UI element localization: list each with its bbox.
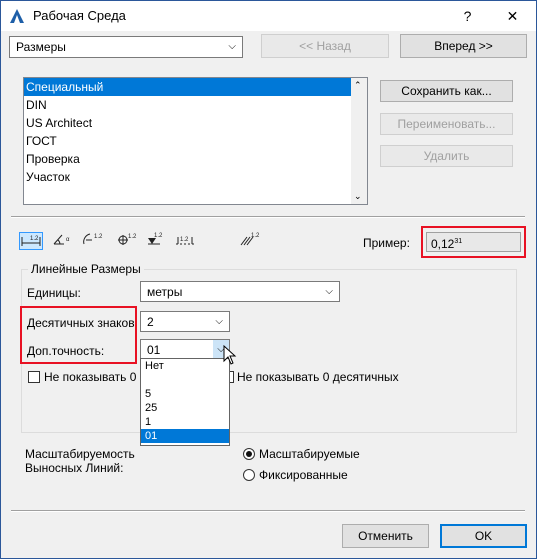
svg-text:1.2: 1.2: [30, 236, 39, 242]
chevron-down-icon: ⌵: [228, 41, 236, 52]
svg-text:1.2: 1.2: [94, 234, 103, 240]
scalable-radio-label: Масштабируемые: [259, 447, 360, 461]
back-button[interactable]: << Назад: [261, 34, 389, 58]
category-select-value: Размеры: [16, 40, 66, 54]
linear-dimension-icon[interactable]: 1.2: [19, 232, 43, 250]
level-dimension-icon[interactable]: 1.2: [115, 232, 139, 250]
title-bar: Рабочая Среда ? ✕: [1, 1, 536, 31]
extra-precision-select[interactable]: 01 ⌵: [140, 339, 230, 360]
list-scrollbar[interactable]: ⌃ ⌄: [351, 78, 367, 204]
mouse-pointer-icon: [223, 345, 237, 365]
rename-button[interactable]: Переименовать...: [380, 113, 513, 135]
units-select[interactable]: метры ⌵: [140, 281, 340, 302]
help-button[interactable]: ?: [445, 1, 490, 31]
separator: [11, 510, 525, 512]
highlight-box-decimals: [20, 306, 137, 364]
window-title: Рабочая Среда: [33, 8, 126, 23]
dropdown-option[interactable]: 1: [141, 415, 229, 429]
chevron-down-icon: ⌵: [325, 286, 333, 297]
decimals-select[interactable]: 2 ⌵: [140, 311, 230, 332]
fixed-radio[interactable]: [243, 469, 255, 481]
save-as-button[interactable]: Сохранить как...: [380, 80, 513, 102]
scalable-radio[interactable]: [243, 448, 255, 460]
units-label: Единицы:: [27, 286, 81, 300]
list-item[interactable]: US Architect: [24, 114, 367, 132]
dropdown-option[interactable]: 25: [141, 401, 229, 415]
preview-label: Пример:: [363, 236, 410, 250]
hide-zero-label-left: Не показывать 0 ц: [44, 370, 147, 384]
archicad-app-icon: [10, 9, 24, 23]
svg-text:1.2: 1.2: [180, 237, 189, 243]
extra-precision-select-value: 01: [147, 343, 161, 357]
dropdown-option[interactable]: [141, 373, 229, 387]
units-select-value: метры: [147, 285, 183, 299]
hide-zero-label-right: Не показывать 0 десятичных: [237, 370, 399, 384]
dialog-window: Рабочая Среда ? ✕ Размеры ⌵ << Назад Впе…: [0, 0, 537, 559]
scheme-list[interactable]: Специальный DIN US Architect ГОСТ Провер…: [23, 77, 368, 205]
decimals-select-value: 2: [147, 315, 154, 329]
group-title: Линейные Размеры: [28, 262, 144, 276]
svg-text:1.2: 1.2: [128, 234, 137, 240]
scroll-up-icon[interactable]: ⌃: [354, 80, 362, 91]
area-dimension-icon[interactable]: 1.2: [238, 232, 262, 250]
extra-precision-dropdown[interactable]: Нет 5 25 1 01: [140, 358, 230, 446]
door-window-dimension-icon[interactable]: 1.2: [173, 232, 197, 250]
category-select[interactable]: Размеры ⌵: [9, 36, 243, 58]
scroll-down-icon[interactable]: ⌄: [354, 191, 362, 202]
radial-dimension-icon[interactable]: 1.2: [81, 232, 105, 250]
witness-label-line2: Выносных Линий:: [25, 461, 124, 475]
highlight-box-preview: [421, 226, 526, 258]
svg-text:α: α: [66, 237, 70, 243]
list-item[interactable]: Проверка: [24, 150, 367, 168]
list-item[interactable]: ГОСТ: [24, 132, 367, 150]
elevation-dimension-icon[interactable]: 1.2: [145, 232, 169, 250]
ok-button[interactable]: OK: [440, 524, 527, 548]
close-button[interactable]: ✕: [490, 1, 535, 31]
hide-zero-checkbox-left[interactable]: [28, 371, 40, 383]
list-item[interactable]: Участок: [24, 168, 367, 186]
chevron-down-icon: ⌵: [215, 316, 223, 327]
list-item[interactable]: DIN: [24, 96, 367, 114]
svg-text:1.2: 1.2: [251, 233, 260, 239]
list-item[interactable]: Специальный: [24, 78, 367, 96]
cancel-button[interactable]: Отменить: [342, 524, 429, 548]
svg-text:1.2: 1.2: [154, 233, 163, 239]
dropdown-option-selected[interactable]: 01: [141, 429, 229, 443]
forward-button[interactable]: Вперед >>: [400, 34, 527, 58]
dropdown-option[interactable]: Нет: [141, 359, 229, 373]
separator: [11, 216, 525, 218]
fixed-radio-label: Фиксированные: [259, 468, 348, 482]
angular-dimension-icon[interactable]: α: [51, 232, 75, 250]
dropdown-option[interactable]: 5: [141, 387, 229, 401]
witness-label-line1: Масштабируемость: [25, 447, 135, 461]
delete-button[interactable]: Удалить: [380, 145, 513, 167]
